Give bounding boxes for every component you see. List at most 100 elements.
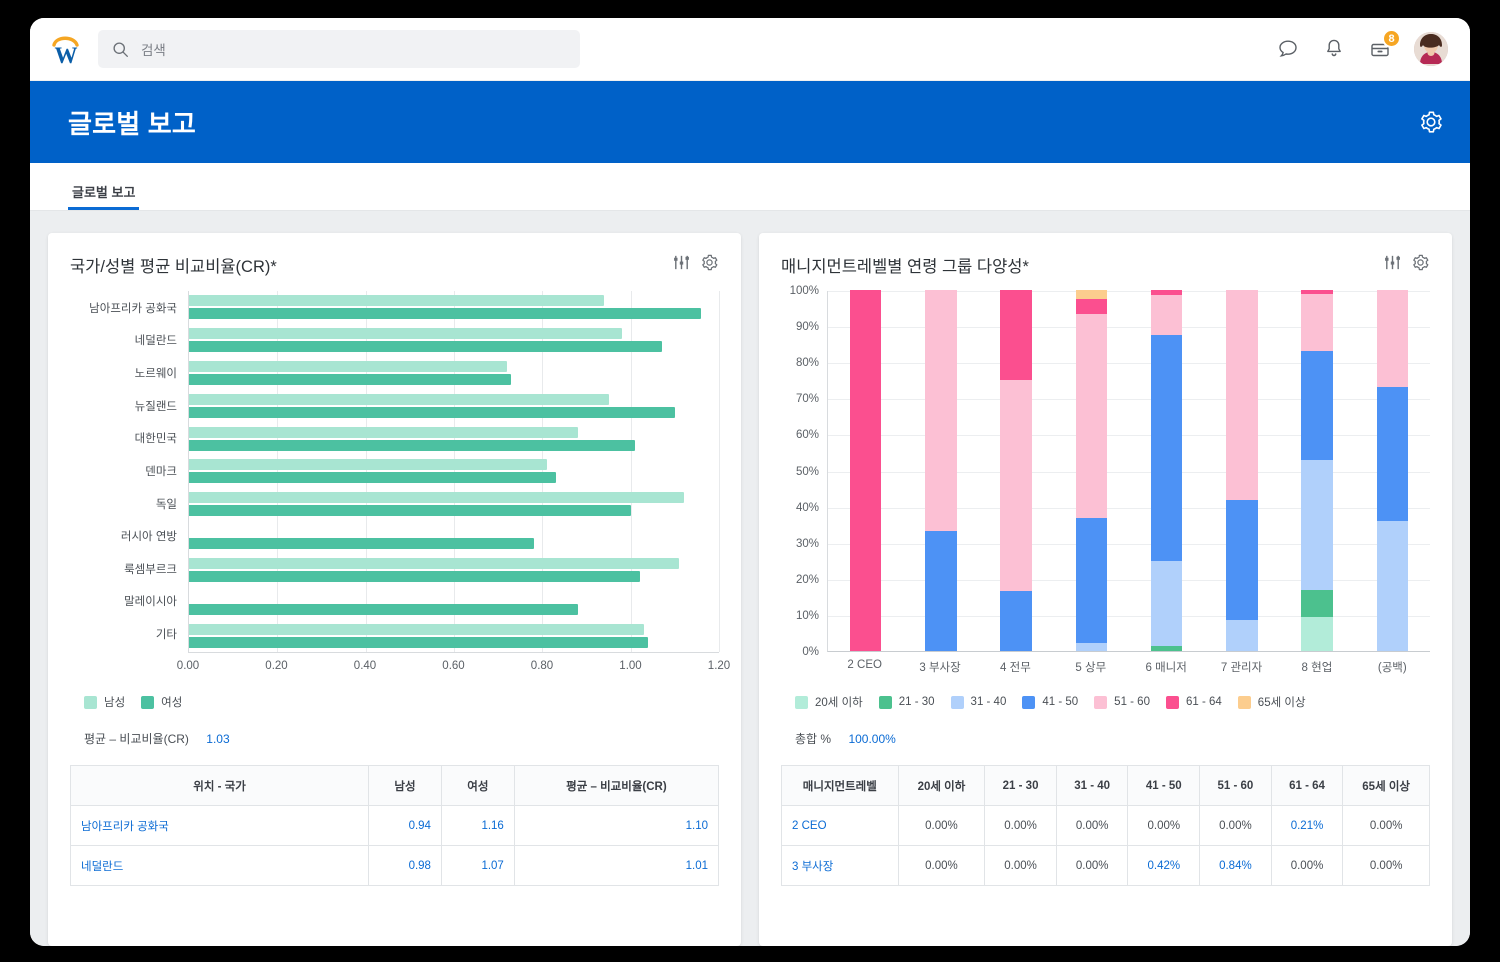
chat-icon[interactable] [1276, 37, 1300, 61]
legend-item[interactable]: 61 - 64 [1165, 695, 1222, 709]
column-header[interactable]: 61 - 64 [1270, 765, 1344, 806]
legend-item[interactable]: 51 - 60 [1094, 695, 1150, 709]
workday-logo[interactable]: W [44, 29, 88, 69]
sliders-icon[interactable] [672, 253, 691, 272]
age-diversity-bar-stack[interactable] [1000, 290, 1032, 651]
sliders-icon[interactable] [1383, 253, 1402, 272]
compa-ratio-bar[interactable] [189, 492, 684, 504]
age-diversity-bar-stack[interactable] [925, 290, 957, 651]
age-diversity-bar-stack[interactable] [1301, 290, 1333, 651]
age-diversity-bar-stack[interactable] [1150, 290, 1183, 651]
age-diversity-summary-value[interactable]: 100.00% [848, 732, 895, 746]
legend-item[interactable]: 남성 [84, 694, 125, 710]
tab-global-reporting[interactable]: 글로벌 보고 [68, 182, 140, 210]
compa-ratio-bar-group[interactable] [189, 291, 719, 324]
country-link[interactable]: 남아프리카 공화국 [81, 821, 169, 833]
bell-icon[interactable] [1322, 37, 1346, 61]
legend-item[interactable]: 여성 [141, 694, 182, 710]
value-link[interactable]: 1.16 [481, 820, 503, 832]
compa-ratio-bar[interactable] [189, 472, 556, 484]
compa-ratio-bar[interactable] [189, 361, 507, 373]
age-diversity-segment[interactable] [1226, 500, 1258, 621]
inbox-icon[interactable]: 8 [1368, 29, 1401, 61]
compa-ratio-bar-group[interactable] [189, 619, 719, 652]
compa-ratio-bar-group[interactable] [189, 586, 719, 619]
compa-ratio-bar[interactable] [189, 636, 649, 648]
legend-item[interactable]: 20세 이하 [795, 694, 863, 710]
value-link[interactable]: 0.94 [409, 820, 431, 832]
value-link[interactable]: 0.21% [1291, 820, 1324, 832]
compa-ratio-bar-group[interactable] [189, 389, 719, 422]
compa-ratio-bar[interactable] [189, 328, 622, 340]
column-header[interactable]: 여성 [440, 765, 515, 806]
compa-ratio-bar[interactable] [189, 623, 644, 635]
value-link[interactable]: 1.10 [686, 820, 708, 832]
value-link[interactable]: 1.01 [686, 860, 708, 872]
column-header[interactable]: 매니지먼트레벨 [781, 765, 899, 806]
column-header[interactable]: 평균 – 비교비율(CR) [513, 765, 720, 806]
value-link[interactable]: 0.42% [1147, 860, 1180, 872]
value-link[interactable]: 0.98 [409, 860, 431, 872]
legend-item[interactable]: 65세 이상 [1237, 694, 1306, 710]
column-header[interactable]: 41 - 50 [1127, 765, 1201, 806]
age-diversity-segment[interactable] [1376, 387, 1409, 522]
compa-ratio-bar-group[interactable] [189, 357, 719, 390]
legend-item[interactable]: 41 - 50 [1022, 695, 1078, 709]
value-link[interactable]: 0.84% [1219, 860, 1252, 872]
age-diversity-segment[interactable] [1301, 293, 1333, 352]
avatar[interactable] [1414, 32, 1448, 66]
age-diversity-segment[interactable] [1376, 521, 1409, 651]
age-diversity-segment[interactable] [1301, 351, 1333, 460]
compa-ratio-bar-group[interactable] [189, 324, 719, 357]
age-diversity-segment[interactable] [1150, 295, 1183, 336]
compa-ratio-summary-value[interactable]: 1.03 [206, 732, 229, 746]
age-diversity-segment[interactable] [1301, 589, 1333, 617]
age-diversity-segment[interactable] [1301, 616, 1333, 651]
age-diversity-segment[interactable] [925, 530, 957, 651]
age-diversity-segment[interactable] [1150, 560, 1183, 646]
compa-ratio-bar[interactable] [189, 459, 547, 471]
age-diversity-segment[interactable] [1000, 290, 1032, 381]
compa-ratio-bar[interactable] [189, 439, 636, 451]
age-diversity-bar-stack[interactable] [1226, 290, 1258, 651]
compa-ratio-bar-group[interactable] [189, 422, 719, 455]
compa-ratio-bar[interactable] [189, 295, 605, 307]
compa-ratio-bar[interactable] [189, 570, 640, 582]
column-header[interactable]: 20세 이하 [897, 765, 986, 806]
compa-ratio-bar[interactable] [189, 406, 675, 418]
legend-item[interactable]: 21 - 30 [878, 695, 935, 709]
age-diversity-segment[interactable] [925, 290, 957, 531]
age-diversity-segment[interactable] [1150, 335, 1183, 561]
age-diversity-bar-stack[interactable] [849, 290, 882, 651]
compa-ratio-bar-group[interactable] [189, 554, 719, 587]
gear-icon[interactable] [700, 253, 719, 272]
age-diversity-segment[interactable] [1376, 290, 1409, 388]
compa-ratio-bar[interactable] [189, 308, 702, 320]
compa-ratio-bar-group[interactable] [189, 488, 719, 521]
compa-ratio-bar[interactable] [189, 603, 578, 615]
legend-item[interactable]: 31 - 40 [950, 695, 1006, 709]
gear-icon[interactable] [1411, 253, 1430, 272]
column-header[interactable]: 51 - 60 [1199, 765, 1272, 806]
age-diversity-segment[interactable] [1226, 620, 1258, 651]
age-diversity-segment[interactable] [1150, 645, 1183, 651]
column-header[interactable]: 21 - 30 [984, 765, 1057, 806]
compa-ratio-bar[interactable] [189, 557, 680, 569]
level-link[interactable]: 2 CEO [792, 820, 827, 832]
compa-ratio-bar[interactable] [189, 393, 609, 405]
age-diversity-segment[interactable] [1226, 290, 1258, 501]
age-diversity-segment[interactable] [849, 290, 882, 651]
compa-ratio-bar[interactable] [189, 374, 512, 386]
age-diversity-segment[interactable] [1075, 313, 1108, 519]
compa-ratio-bar-group[interactable] [189, 455, 719, 488]
column-header[interactable]: 31 - 40 [1055, 765, 1129, 806]
age-diversity-segment[interactable] [1075, 518, 1108, 644]
age-diversity-segment[interactable] [1000, 380, 1032, 591]
age-diversity-bar-stack[interactable] [1075, 290, 1108, 651]
compa-ratio-bar-group[interactable] [189, 521, 719, 554]
compa-ratio-bar[interactable] [189, 426, 578, 438]
country-link[interactable]: 네덜란드 [81, 861, 123, 873]
age-diversity-segment[interactable] [1075, 643, 1108, 651]
age-diversity-segment[interactable] [1075, 290, 1108, 300]
compa-ratio-bar[interactable] [189, 505, 631, 517]
